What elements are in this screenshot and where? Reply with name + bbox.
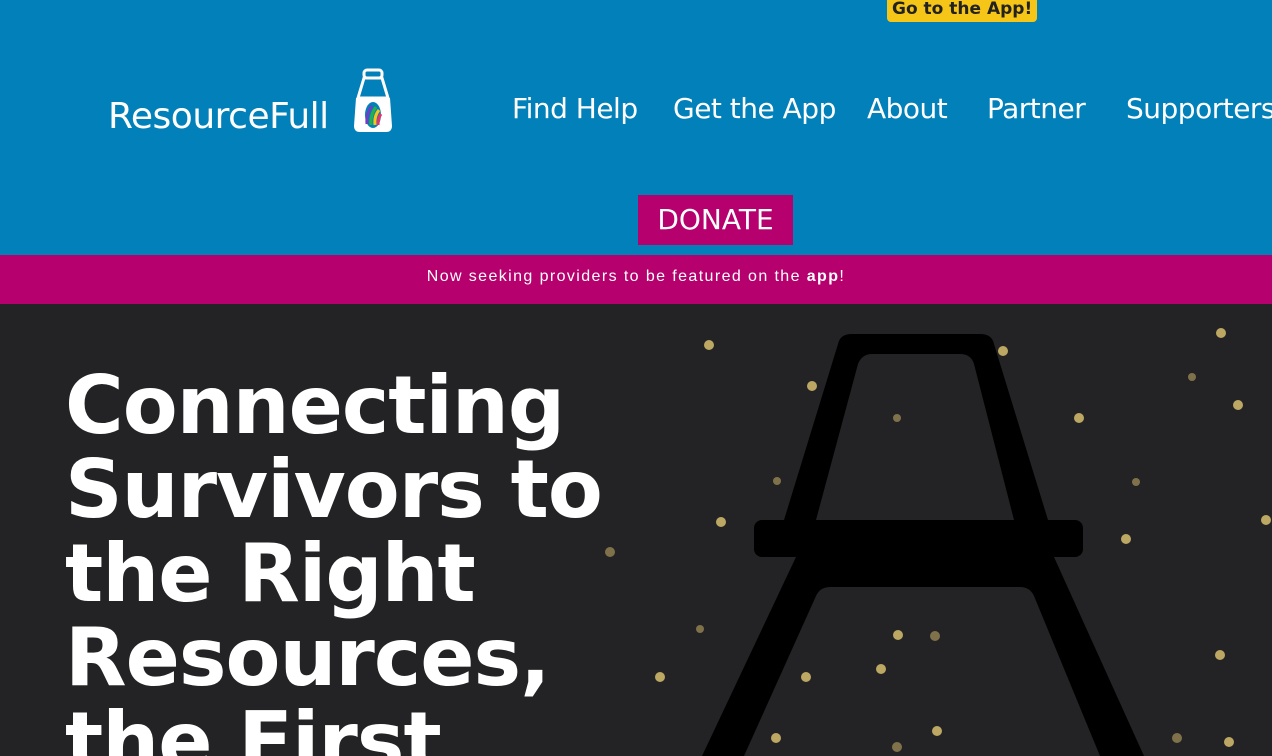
banner-text-end: ! — [839, 268, 846, 285]
nav-item-find-help[interactable]: Find Help — [512, 92, 638, 125]
nav-item-get-the-app[interactable]: Get the App — [673, 92, 836, 125]
lantern-lower-frame — [702, 557, 1144, 756]
nav-item-supporters[interactable]: Supporters — [1126, 92, 1272, 125]
nav-item-partner[interactable]: Partner — [987, 92, 1086, 125]
hero-title: Connecting Survivors to the Right Resour… — [65, 359, 603, 756]
lantern-crossbar — [754, 520, 1083, 557]
announcement-banner: Now seeking providers to be featured on … — [0, 255, 1272, 304]
go-to-app-button[interactable]: Go to the App! — [887, 0, 1038, 22]
hero-section: Connecting Survivors to the Right Resour… — [0, 304, 1272, 756]
lantern-illustration — [605, 328, 1271, 756]
nav-item-about[interactable]: About — [867, 92, 948, 125]
lantern-top-frame — [784, 334, 1048, 520]
main-nav: Find Help Get the App About Partner Supp… — [0, 92, 1272, 132]
donate-button[interactable]: DONATE — [638, 195, 793, 245]
banner-app-link[interactable]: app — [807, 268, 840, 285]
site-header: Go to the App! ResourceFull Find Help Ge… — [0, 0, 1272, 255]
banner-text: Now seeking providers to be featured on … — [426, 268, 807, 285]
